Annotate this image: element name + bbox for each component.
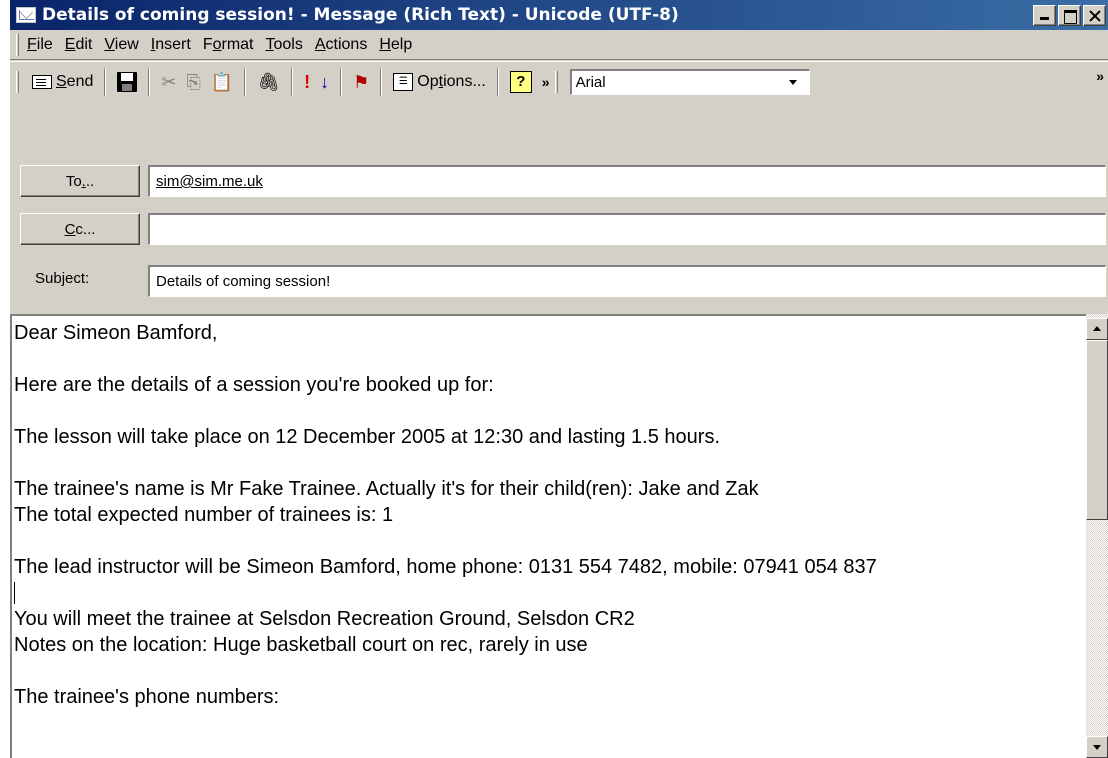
window-controls [1033,5,1106,26]
toolbar-separator [148,67,151,96]
floppy-disk-icon [117,71,138,92]
scrollbar-thumb[interactable] [1086,340,1108,520]
help-button[interactable]: ? [505,67,537,97]
paperclip-icon: 🖇 [257,71,281,92]
window-title: Details of coming session! - Message (Ri… [42,5,679,25]
to-field[interactable]: sim@sim.me.uk [148,165,1106,197]
body-phone-numbers: The trainee's phone numbers: [14,686,280,708]
toolbar-overflow-button[interactable]: » [537,67,555,97]
font-name-value: Arial [575,73,606,91]
subject-value: Details of coming session! [156,273,331,290]
cut-button[interactable]: ✂ [156,67,181,97]
toolbar-separator [496,67,499,96]
menu-view[interactable]: View [104,36,138,54]
vertical-scrollbar[interactable] [1086,314,1108,758]
to-recipient[interactable]: sim@sim.me.uk [156,173,263,190]
copy-icon: ⎘ [186,71,201,92]
chevron-down-icon [788,79,797,85]
standard-toolbar: Send ✂ ⎘ 📋 🖇 ! ↓ ⚑ ☰ Op t ions... ? » Aria… [10,61,1108,101]
body-blank-line [14,658,1084,684]
menu-bar: File Edit View Insert Format Tools Actio… [10,30,1108,60]
menu-tools[interactable]: Tools [266,36,303,54]
title-bar[interactable]: Details of coming session! - Message (Ri… [10,0,1108,30]
scroll-up-button[interactable] [1086,318,1108,340]
toolbar-separator [380,67,383,96]
message-body-editor[interactable]: Dear Simeon Bamford, Here are the detail… [10,314,1108,758]
menu-help[interactable]: Help [379,36,412,54]
send-icon [32,74,52,89]
menu-edit[interactable]: Edit [65,36,93,54]
body-lesson-details: The lesson will take place on 12 Decembe… [14,426,720,448]
options-icon: ☰ [393,72,414,91]
help-icon: ? [509,70,532,93]
body-blank-line [14,398,1084,424]
message-window: Details of coming session! - Message (Ri… [10,0,1108,758]
importance-low-button[interactable]: ↓ [315,67,334,97]
text-caret [14,582,15,604]
toolbar-overflow-chevron-icon[interactable]: » [1096,68,1104,84]
body-blank-line [14,450,1084,476]
body-meeting-place: You will meet the trainee at Selsdon Rec… [14,608,635,630]
cc-field[interactable] [148,213,1106,245]
formatting-toolbar-grip[interactable] [554,70,558,93]
body-blank-line [14,346,1084,372]
attach-file-button[interactable]: 🖇 [252,67,285,97]
cc-button[interactable]: Cc... [20,213,140,245]
subject-field[interactable]: Details of coming session! [148,265,1106,297]
flag-icon: ⚑ [353,71,370,92]
importance-high-button[interactable]: ! [299,67,315,97]
to-button[interactable]: To... [20,165,140,197]
maximize-button[interactable] [1058,5,1081,26]
down-arrow-icon: ↓ [320,71,330,92]
toolbar-separator [340,67,343,96]
menu-actions[interactable]: Actions [315,36,367,54]
scroll-down-button[interactable] [1086,736,1108,758]
menu-grip-handle[interactable] [16,33,19,56]
body-trainee-name: The trainee's name is Mr Fake Trainee. A… [14,478,759,500]
toolbar-separator [104,67,107,96]
close-button[interactable] [1083,5,1106,26]
follow-up-flag-button[interactable]: ⚑ [348,67,374,97]
font-name-select[interactable]: Arial [569,68,810,95]
copy-button[interactable]: ⎘ [181,67,205,97]
subject-label: Subject: [35,270,90,287]
toolbar-separator [244,67,247,96]
envelope-icon [16,7,36,23]
toolbar-grip-handle[interactable] [16,70,19,93]
toolbar-separator [291,67,294,96]
body-location-notes: Notes on the location: Huge basketball c… [14,634,588,656]
paste-button[interactable]: 📋 [206,67,238,97]
menu-insert[interactable]: Insert [151,36,191,54]
menu-file[interactable]: File [27,36,53,54]
body-intro: Here are the details of a session you're… [14,374,494,396]
exclamation-icon: ! [304,71,311,92]
scissors-icon: ✂ [161,71,177,92]
menu-format[interactable]: Format [203,36,254,54]
save-button[interactable] [112,67,142,97]
message-body-text[interactable]: Dear Simeon Bamford, Here are the detail… [14,316,1084,758]
body-greeting: Dear Simeon Bamford, [14,322,218,344]
clipboard-icon: 📋 [210,71,234,92]
body-cursor-line [14,580,1084,606]
chevron-right-icon: » [541,73,550,90]
body-trainee-count: The total expected number of trainees is… [14,504,394,526]
body-blank-line [14,528,1084,554]
options-button[interactable]: ☰ Op t ions... [388,67,490,97]
minimize-button[interactable] [1033,5,1056,26]
send-button[interactable]: Send [27,67,98,97]
body-instructor: The lead instructor will be Simeon Bamfo… [14,556,877,578]
